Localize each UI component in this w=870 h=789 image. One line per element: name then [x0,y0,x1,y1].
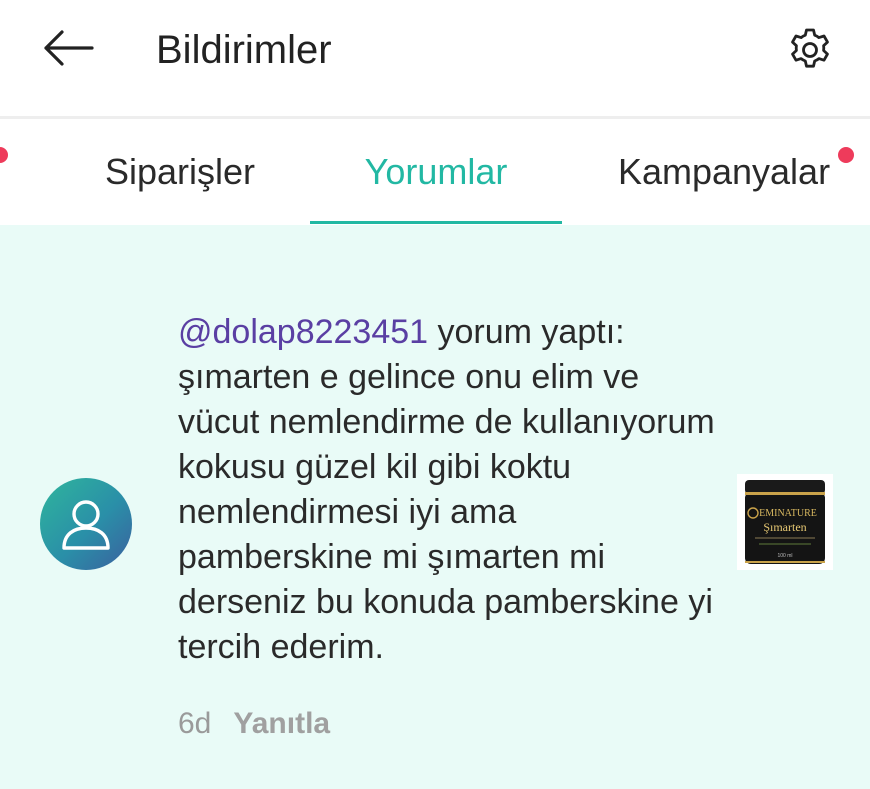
app-header: Bildirimler [0,0,870,116]
user-icon [62,500,110,550]
tab-yorumlar[interactable]: Yorumlar [310,119,562,225]
reply-button[interactable]: Yanıtla [233,707,330,740]
product-thumbnail[interactable]: EMINATURE Şımarten 100 ml [737,474,833,570]
product-brand: EMINATURE [759,508,817,519]
timestamp: 6d [178,707,212,740]
arrow-left-icon [44,30,94,66]
notification-message: @dolap8223451 yorum yaptı: şımarten e gel… [178,310,718,670]
avatar[interactable] [40,478,132,570]
username-link[interactable]: @dolap8223451 [178,313,428,351]
product-jar-image: EMINATURE Şımarten 100 ml [745,480,825,564]
tab-kampanyalar[interactable]: Kampanyalar [604,119,844,225]
notification-action: yorum yaptı: [428,313,625,351]
settings-button[interactable] [784,24,836,76]
tab-siparisler[interactable]: Siparişler [80,119,280,225]
page-title: Bildirimler [156,28,332,72]
product-volume: 100 ml [777,553,792,559]
tab-bar: Siparişler Yorumlar Kampanyalar [0,119,870,225]
product-name: Şımarten [763,520,806,534]
back-button[interactable] [36,22,100,74]
active-tab-indicator [310,221,562,224]
comment-text: şımarten e gelince onu elim ve vücut nem… [178,358,715,666]
gear-icon [791,28,829,68]
notification-meta: 6d Yanıtla [178,706,330,742]
tab-kampanyalar-notification-dot [838,147,854,163]
tab-siparisler-notification-dot [0,147,8,163]
